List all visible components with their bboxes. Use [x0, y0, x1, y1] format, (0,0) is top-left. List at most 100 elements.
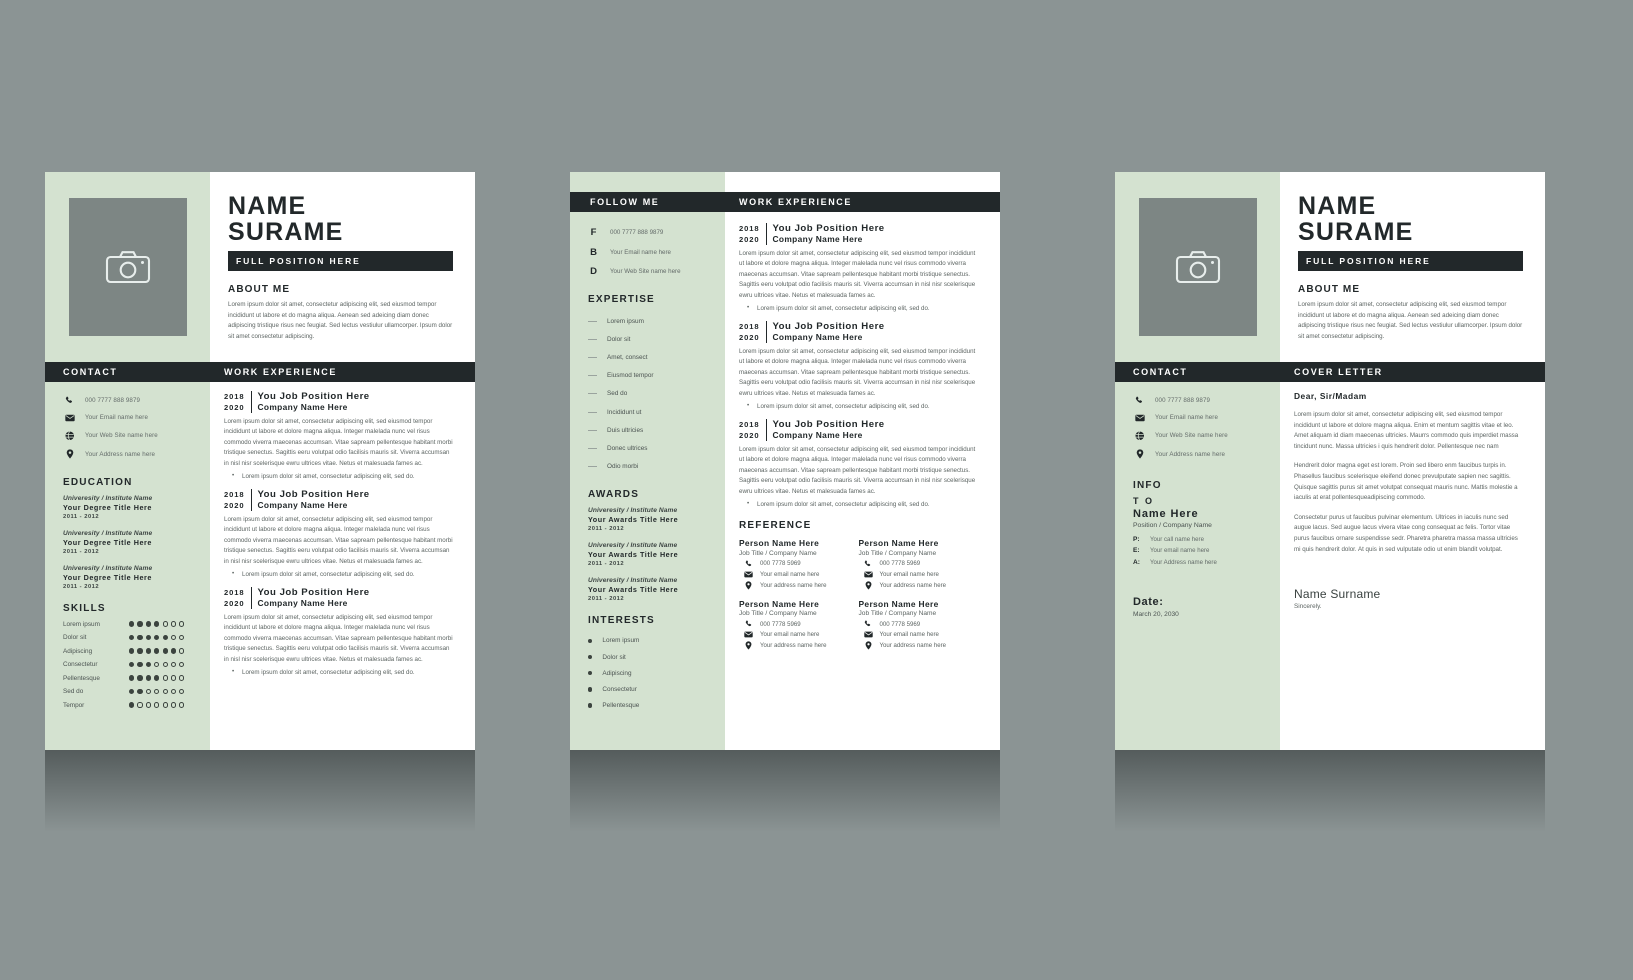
page2-work-bar: WORK EXPERIENCE — [725, 192, 1000, 212]
expertise-label: Duis ultricies — [607, 426, 644, 434]
cover-greeting: Dear, Sir/Madam — [1294, 391, 1367, 401]
rating-dot-filled — [129, 675, 135, 681]
contact-row[interactable]: Your Web Site name here — [1133, 426, 1268, 445]
dash-icon — [588, 375, 597, 377]
job-year-to: 2020 — [739, 235, 760, 244]
job-year-from: 2018 — [224, 490, 245, 500]
page2-follow-bar: FOLLOW ME — [570, 192, 725, 212]
reference-phone-row[interactable]: 000 7778 5969 — [859, 620, 979, 628]
page2-section-bars: FOLLOW ME WORK EXPERIENCE — [570, 192, 1000, 212]
resume-page-1: NAME SURAME FULL POSITION HERE ABOUT ME … — [45, 172, 475, 750]
rating-dot-filled — [129, 648, 135, 654]
skill-rating — [129, 661, 185, 668]
rating-dot-empty — [179, 702, 185, 708]
page1-sidebar-content: 000 7777 888 9879 Your Email name here Y… — [45, 382, 210, 715]
job-header: 2018 2020 You Job Position Here Company … — [739, 223, 978, 245]
reference-address-row[interactable]: Your address name here — [739, 580, 859, 590]
contact-row[interactable]: 000 7777 888 9879 — [1133, 391, 1268, 409]
rating-dot-empty — [154, 702, 160, 708]
job-header: 2018 2020 You Job Position Here Company … — [224, 587, 453, 610]
bullet-icon — [588, 638, 593, 644]
rating-dot-empty — [179, 688, 185, 695]
reference-address-row[interactable]: Your address name here — [859, 641, 979, 650]
page1-photo-placeholder[interactable] — [68, 198, 187, 336]
page3-date-value: March 20, 2030 — [1133, 610, 1179, 618]
rating-dot-empty — [162, 661, 168, 668]
rating-dot-filled — [162, 634, 168, 641]
page2-expertise-heading: EXPERTISE — [588, 294, 655, 306]
award-years: 2011 - 2012 — [588, 525, 625, 532]
contact-row[interactable]: 000 7777 888 9879 — [63, 391, 198, 409]
interest-label: Dolor sit — [602, 653, 626, 661]
dash-icon — [588, 338, 597, 340]
page1-contact-bar: CONTACT — [45, 362, 210, 382]
rating-dot-filled — [170, 648, 177, 654]
contact-row[interactable]: Your Web Site name here — [63, 426, 198, 445]
reference-phone-row[interactable]: 000 7778 5969 — [859, 560, 979, 568]
job-description: Lorem ipsum dolor sit amet, consectetur … — [739, 348, 976, 397]
reference-phone-row[interactable]: 000 7778 5969 — [739, 620, 859, 628]
contact-row[interactable]: Your Address name here — [63, 445, 198, 464]
skill-row: Dolor sit — [63, 634, 198, 641]
expertise-row: Eiusmod tempor — [588, 367, 713, 385]
location-pin-icon — [864, 641, 873, 650]
job-company: Company Name Here — [257, 598, 348, 609]
envelope-icon — [863, 631, 873, 638]
rating-dot-filled — [145, 661, 151, 668]
skill-row: Tempor — [63, 702, 198, 709]
page3-sidebar-content: 000 7777 888 9879 Your Email name here Y… — [1115, 382, 1280, 618]
page2-work-bar-wrap: WORK EXPERIENCE — [725, 192, 1000, 212]
follow-row[interactable]: B Your Email name here — [588, 242, 713, 261]
page3-about-text: Lorem ipsum dolor sit amet, consectetur … — [1298, 301, 1523, 340]
job-titles: You Job Position Here Company Name Here — [773, 419, 885, 441]
job-entry: 2018 2020 You Job Position Here Company … — [739, 223, 978, 312]
page3-section-bars: CONTACT COVER LETTER — [1115, 362, 1545, 382]
follow-row[interactable]: D Your Web Site name here — [588, 262, 713, 281]
job-title: You Job Position Here — [772, 223, 885, 234]
reference-email-row[interactable]: Your email name here — [739, 631, 859, 638]
contact-row[interactable]: Your Email name here — [1133, 409, 1268, 426]
envelope-icon — [863, 571, 873, 578]
behance-letter-icon: B — [590, 246, 597, 258]
bullet-icon — [588, 703, 593, 708]
contact-row[interactable]: Your Address name here — [1133, 445, 1268, 464]
education-years: 2011 - 2012 — [63, 583, 100, 590]
skill-label: Lorem ipsum — [63, 620, 100, 628]
divider — [765, 419, 767, 442]
rating-dot-empty — [179, 621, 185, 627]
job-years: 2018 2020 — [224, 587, 245, 609]
page1-section-bars: CONTACT WORK EXPERIENCE — [45, 362, 475, 382]
award-title: Your Awards Title Here — [588, 550, 679, 560]
page3-position-bar: FULL POSITION HERE — [1298, 251, 1523, 271]
to-field-row: E: Your email name here — [1133, 547, 1268, 554]
contact-text: 000 7777 888 9879 — [85, 396, 141, 404]
reference-address-row[interactable]: Your address name here — [739, 641, 859, 650]
job-years: 2018 2020 — [739, 419, 760, 441]
job-description: Lorem ipsum dolor sit amet, consectetur … — [224, 614, 453, 663]
page2-reference-heading: REFERENCE — [739, 520, 812, 532]
page1-hero: NAME SURAME FULL POSITION HERE ABOUT ME … — [45, 172, 475, 362]
reference-phone-row[interactable]: 000 7778 5969 — [739, 560, 859, 568]
expertise-row: Odio morbi — [588, 458, 713, 476]
education-years: 2011 - 2012 — [63, 548, 100, 555]
divider — [765, 321, 767, 344]
reference-email-row[interactable]: Your email name here — [859, 631, 979, 638]
education-institute: Univeresity / Institute Name — [63, 564, 153, 572]
page3-photo-placeholder[interactable] — [1138, 198, 1257, 336]
expertise-label: Odio morbi — [607, 463, 639, 471]
contact-row[interactable]: Your Email name here — [63, 409, 198, 426]
contact-text: Your Address name here — [85, 450, 156, 458]
bullet-icon — [588, 654, 593, 660]
rating-dot-filled — [129, 688, 135, 695]
job-title: You Job Position Here — [257, 587, 370, 599]
rating-dot-empty — [170, 621, 177, 627]
reference-email-row[interactable]: Your email name here — [859, 571, 979, 578]
follow-row[interactable]: F 000 7777 888 9879 — [588, 223, 713, 242]
reference-address-row[interactable]: Your address name here — [859, 580, 979, 590]
job-bullet: Lorem ipsum dolor sit amet, consectetur … — [739, 402, 978, 410]
education-item: Univeresity / Institute Name Your Degree… — [63, 530, 198, 555]
reference-email-row[interactable]: Your email name here — [739, 571, 859, 578]
interest-row: Dolor sit — [588, 649, 713, 665]
location-pin-icon — [864, 580, 873, 590]
rating-dot-empty — [170, 688, 177, 695]
